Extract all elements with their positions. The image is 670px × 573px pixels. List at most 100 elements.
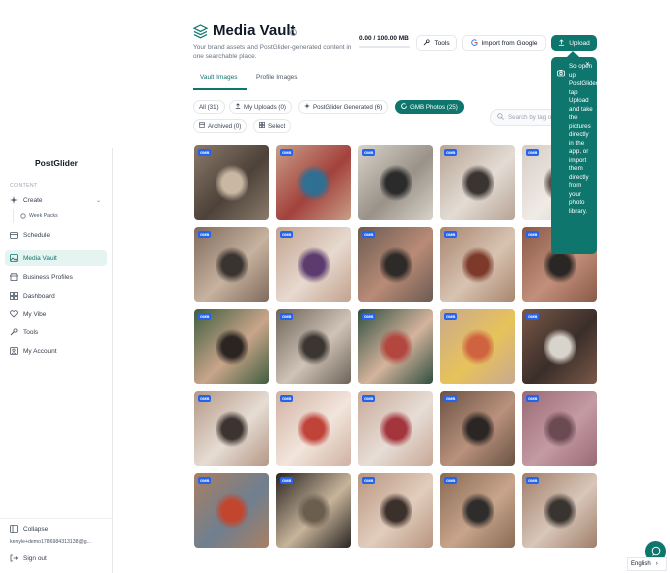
media-tile[interactable]: GMB (276, 227, 351, 302)
layers-icon (192, 24, 209, 39)
gmb-badge: GMB (526, 395, 540, 402)
media-tile[interactable]: GMB (276, 145, 351, 220)
gmb-badge: GMB (444, 395, 458, 402)
sidebar-item-my-vibe[interactable]: My Vibe (5, 306, 107, 322)
gmb-badge: GMB (280, 149, 294, 156)
grid-icon (259, 122, 265, 130)
media-tile[interactable]: GMB (358, 227, 433, 302)
chevron-down-icon[interactable]: ⌄ (96, 197, 101, 204)
storage-usage-bar (359, 46, 410, 48)
sidebar: PostGlider CONTENT Create ⌄ Week Packs S… (0, 148, 113, 573)
sign-out-button[interactable]: Sign out (5, 550, 107, 566)
filter-all-label: All (31) (199, 103, 219, 111)
media-tile[interactable]: GMB (276, 391, 351, 466)
page-title: Media Vault (213, 22, 296, 39)
select-button-label: Select (268, 122, 286, 130)
gmb-badge: GMB (444, 149, 458, 156)
upload-icon (235, 103, 241, 111)
gmb-badge: GMB (526, 231, 540, 238)
media-tile[interactable]: GMB (440, 309, 515, 384)
media-tile[interactable]: GMB (276, 473, 351, 548)
media-tile[interactable]: GMB (194, 145, 269, 220)
filter-postglider-generated[interactable]: PostGlider Generated (6) (298, 100, 389, 114)
media-tile[interactable]: GMB (276, 309, 351, 384)
media-tile[interactable]: GMB (522, 309, 597, 384)
gmb-badge: GMB (526, 149, 540, 156)
search-icon (497, 113, 504, 122)
collapse-button[interactable]: Collapse (5, 521, 107, 537)
media-tile[interactable]: GMB (440, 391, 515, 466)
sidebar-item-schedule[interactable]: Schedule (5, 227, 107, 243)
sidebar-item-label: Business Profiles (23, 273, 73, 281)
tattoo-photo (216, 163, 248, 203)
calendar-icon (10, 231, 18, 239)
sidebar-item-business-profiles[interactable]: Business Profiles (5, 269, 107, 285)
gmb-badge: GMB (280, 231, 294, 238)
gmb-badge: GMB (526, 477, 540, 484)
media-tile[interactable]: GMB (522, 473, 597, 548)
media-tile[interactable]: GMB (440, 227, 515, 302)
media-tile[interactable]: GMB (194, 473, 269, 548)
sidebar-item-dashboard[interactable]: Dashboard (5, 288, 107, 304)
tab-vault-images[interactable]: Vault Images (200, 74, 237, 81)
gmb-badge: GMB (362, 477, 376, 484)
close-icon[interactable]: ✕ (585, 61, 590, 68)
upload-button[interactable]: Upload (551, 35, 597, 51)
gmb-badge: GMB (198, 313, 212, 320)
import-from-google-button[interactable]: Import from Google (462, 35, 546, 51)
sidebar-item-label: Schedule (23, 231, 51, 239)
info-icon[interactable]: i (290, 29, 297, 36)
language-label: English (631, 561, 651, 567)
gmb-badge: GMB (444, 477, 458, 484)
media-tile[interactable]: GMB (358, 473, 433, 548)
gmb-badge: GMB (198, 395, 212, 402)
tattoo-photo (216, 491, 248, 531)
google-icon (401, 103, 407, 111)
tattoo-photo (462, 409, 494, 449)
app-logo[interactable]: PostGlider (0, 158, 113, 168)
tattoo-photo (462, 163, 494, 203)
media-tile[interactable]: GMB (194, 309, 269, 384)
tattoo-photo (380, 491, 412, 531)
media-tile[interactable]: GMB (194, 227, 269, 302)
wrench-icon (10, 328, 18, 336)
sign-out-label: Sign out (23, 554, 47, 562)
media-tile[interactable]: GMB (358, 391, 433, 466)
language-selector[interactable]: English › (627, 557, 667, 571)
sidebar-section-label: CONTENT (10, 183, 38, 189)
sidebar-item-week-packs[interactable]: Week Packs (20, 213, 58, 219)
media-tile[interactable]: GMB (440, 145, 515, 220)
tattoo-photo (216, 409, 248, 449)
media-tile[interactable]: GMB (522, 391, 597, 466)
tattoo-photo (462, 327, 494, 367)
filter-my-uploads[interactable]: My Uploads (0) (229, 100, 292, 114)
tattoo-photo (544, 491, 576, 531)
tools-button[interactable]: Tools (416, 35, 457, 51)
gmb-badge: GMB (526, 313, 540, 320)
active-tab-indicator (193, 88, 247, 90)
media-tile[interactable]: GMB (358, 309, 433, 384)
store-icon (10, 273, 18, 281)
tattoo-photo (298, 163, 330, 203)
select-button[interactable]: Select (253, 119, 292, 133)
tattoo-photo (462, 245, 494, 285)
grid-icon (10, 292, 18, 300)
tattoo-photo (298, 409, 330, 449)
filter-gmb-photos-label: GMB Photos (25) (410, 103, 458, 111)
media-tile[interactable]: GMB (440, 473, 515, 548)
filter-all[interactable]: All (31) (193, 100, 225, 114)
media-tile[interactable]: GMB (194, 391, 269, 466)
sidebar-item-create[interactable]: Create ⌄ (5, 192, 107, 208)
chevron-right-icon: › (655, 561, 658, 567)
sidebar-item-my-account[interactable]: My Account (5, 343, 107, 359)
sidebar-item-media-vault[interactable]: Media Vault (5, 250, 107, 266)
page-subtitle: Your brand assets and PostGlider-generat… (193, 44, 352, 60)
filter-gmb-photos[interactable]: GMB Photos (25) (395, 100, 464, 114)
filter-archived[interactable]: Archived (0) (193, 119, 248, 133)
sidebar-divider (0, 518, 113, 519)
sidebar-item-tools[interactable]: Tools (5, 324, 107, 340)
sidebar-item-label: Tools (23, 328, 39, 336)
app-root: PostGlider CONTENT Create ⌄ Week Packs S… (0, 0, 670, 573)
tab-profile-images[interactable]: Profile Images (256, 74, 298, 81)
media-tile[interactable]: GMB (358, 145, 433, 220)
